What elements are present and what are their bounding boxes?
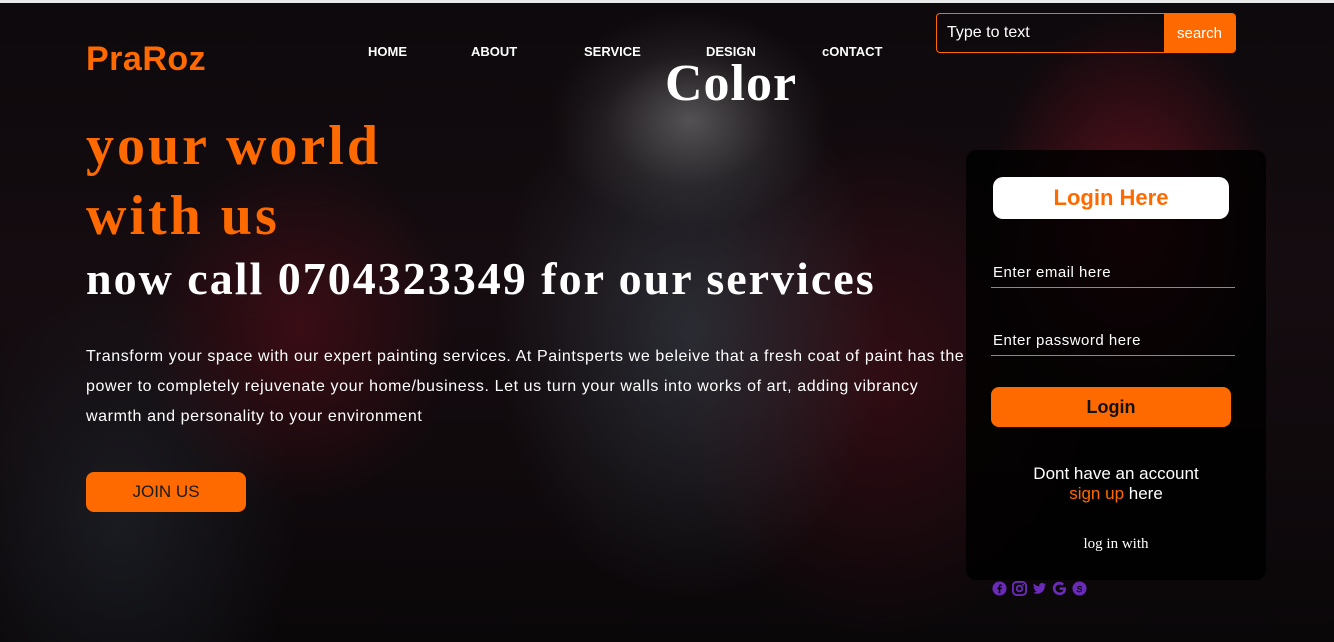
hero-call-line: now call 0704323349 for our services xyxy=(86,253,876,304)
top-border xyxy=(0,0,1334,3)
login-with-label: log in with xyxy=(1083,536,1149,552)
signup-link[interactable]: sign up xyxy=(1069,484,1124,503)
nav-home[interactable]: HOME xyxy=(368,44,407,59)
brand-logo: PraRoz xyxy=(86,40,207,78)
nav-service[interactable]: SERVICE xyxy=(584,44,641,59)
hero-description: Transform your space with our expert pai… xyxy=(86,348,965,425)
signup-suffix: here xyxy=(1124,484,1163,503)
no-account-text: Dont have an account xyxy=(1033,464,1199,483)
search-box: search xyxy=(936,13,1236,53)
login-title: Login Here xyxy=(993,177,1229,219)
facebook-icon[interactable] xyxy=(992,581,1007,596)
login-button[interactable]: Login xyxy=(991,387,1231,427)
hero-title-your-world: your world xyxy=(86,115,381,177)
nav-about[interactable]: ABOUT xyxy=(471,44,517,59)
email-field[interactable] xyxy=(991,258,1235,288)
hero-title-color: Color xyxy=(665,55,798,112)
twitter-icon[interactable] xyxy=(1032,581,1047,596)
hero-title-with-us: with us xyxy=(86,185,280,247)
google-icon[interactable] xyxy=(1052,581,1067,596)
search-input[interactable] xyxy=(937,14,1164,52)
login-panel: Login Here Login Dont have an account si… xyxy=(966,150,1266,580)
nav-contact[interactable]: cONTACT xyxy=(822,44,882,59)
social-icons xyxy=(992,581,1087,596)
skype-icon[interactable] xyxy=(1072,581,1087,596)
instagram-icon[interactable] xyxy=(1012,581,1027,596)
join-us-button[interactable]: JOIN US xyxy=(86,472,246,512)
search-button[interactable]: search xyxy=(1164,14,1235,52)
signup-prompt: Dont have an account sign up here xyxy=(966,464,1266,504)
password-field[interactable] xyxy=(991,326,1235,356)
